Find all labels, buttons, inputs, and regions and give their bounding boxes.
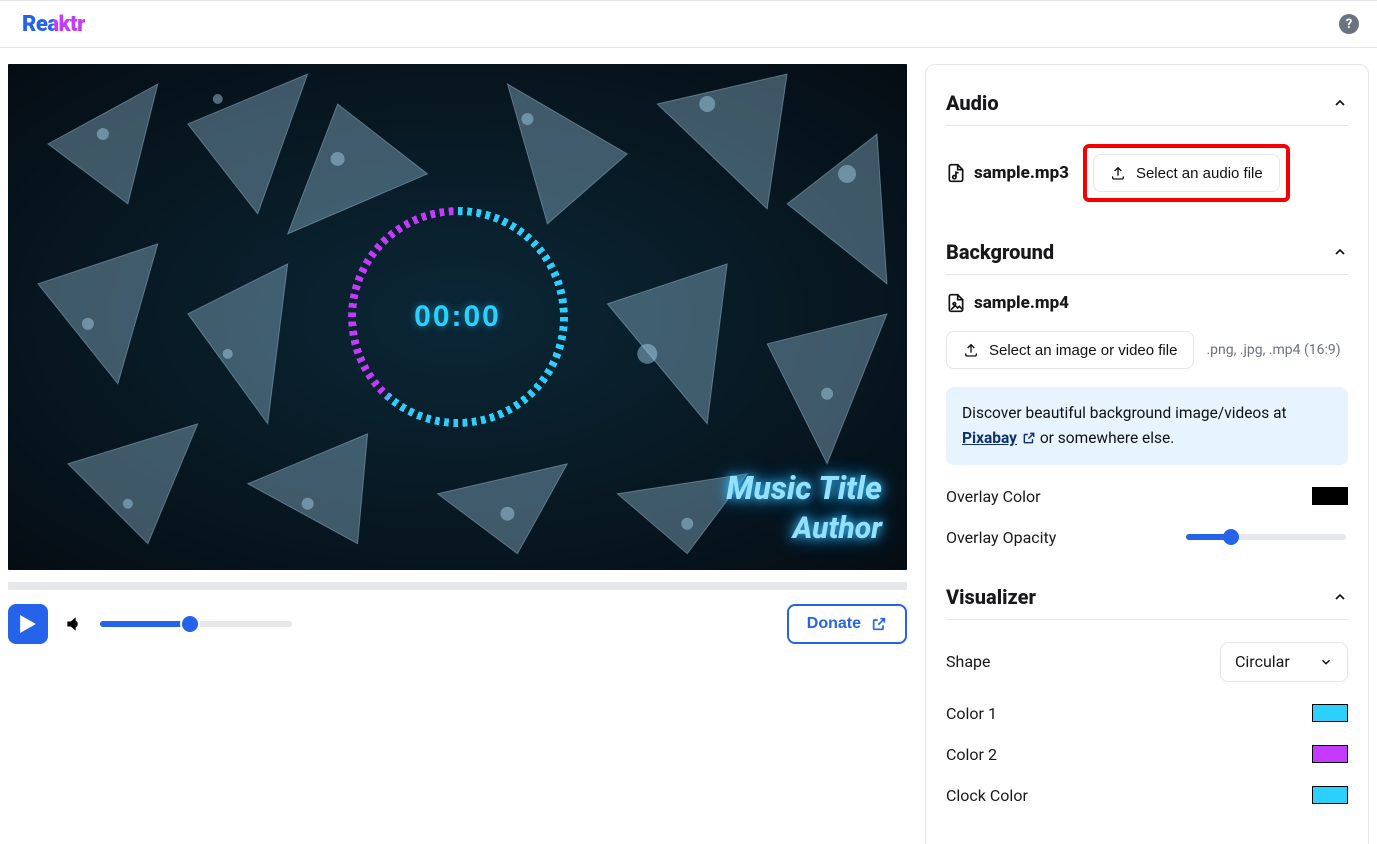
color1-label: Color 1 [946, 704, 997, 723]
preview-clock: 00:00 [414, 300, 501, 334]
image-file-icon [946, 293, 966, 313]
section-visualizer-header[interactable]: Visualizer [946, 571, 1348, 620]
section-background-header[interactable]: Background [946, 226, 1348, 275]
pixabay-link[interactable]: Pixabay [962, 426, 1036, 451]
select-audio-label: Select an audio file [1136, 165, 1263, 182]
preview-title-block: Music Title Author [726, 469, 882, 546]
section-audio-title: Audio [946, 91, 999, 115]
audio-file-chip: sample.mp3 [946, 163, 1069, 183]
preview-author: Author [726, 511, 882, 546]
background-filename: sample.mp4 [974, 293, 1069, 313]
section-text-header[interactable]: Text [946, 829, 1348, 844]
volume-slider[interactable] [100, 621, 292, 627]
upload-icon [1110, 165, 1126, 181]
info-suffix: or somewhere else. [1040, 429, 1174, 447]
chevron-up-icon [1332, 589, 1348, 605]
external-link-icon [871, 616, 887, 632]
chevron-down-icon [1319, 655, 1333, 669]
overlay-opacity-slider[interactable] [1186, 534, 1346, 540]
app-header: Reaktr ? [0, 0, 1377, 48]
donate-button[interactable]: Donate [787, 604, 907, 644]
background-hint: .png, .jpg, .mp4 (16:9) [1206, 342, 1340, 358]
chevron-up-icon [1332, 95, 1348, 111]
select-audio-highlight: Select an audio file [1083, 144, 1290, 202]
shape-value: Circular [1235, 652, 1290, 671]
section-background-title: Background [946, 240, 1054, 264]
overlay-color-label: Overlay Color [946, 487, 1041, 506]
color1-swatch[interactable] [1312, 704, 1348, 722]
shape-label: Shape [946, 652, 990, 671]
preview-title: Music Title [726, 469, 882, 507]
color2-label: Color 2 [946, 745, 997, 764]
color2-swatch[interactable] [1312, 745, 1348, 763]
section-audio-header[interactable]: Audio [946, 77, 1348, 126]
help-icon[interactable]: ? [1339, 14, 1359, 34]
info-prefix: Discover beautiful background image/vide… [962, 404, 1287, 422]
donate-label: Donate [807, 615, 861, 633]
preview-canvas: 00:00 Music Title Author [8, 64, 907, 570]
clock-color-label: Clock Color [946, 786, 1028, 805]
select-audio-button[interactable]: Select an audio file [1093, 154, 1280, 192]
clock-color-swatch[interactable] [1312, 786, 1348, 804]
select-background-label: Select an image or video file [989, 342, 1177, 359]
upload-icon [963, 342, 979, 358]
playback-progress[interactable] [8, 582, 907, 590]
music-file-icon [946, 163, 966, 183]
chevron-up-icon [1332, 244, 1348, 260]
audio-filename: sample.mp3 [974, 163, 1069, 183]
overlay-color-swatch[interactable] [1312, 487, 1348, 505]
select-background-button[interactable]: Select an image or video file [946, 331, 1194, 369]
play-icon [20, 615, 36, 633]
external-link-icon [1022, 431, 1036, 445]
background-info: Discover beautiful background image/vide… [946, 387, 1348, 465]
volume-icon[interactable] [64, 614, 84, 634]
background-file-chip: sample.mp4 [946, 293, 1069, 313]
shape-select[interactable]: Circular [1220, 642, 1348, 682]
app-logo: Reaktr [22, 12, 85, 37]
section-visualizer-title: Visualizer [946, 585, 1036, 609]
play-button[interactable] [8, 604, 48, 644]
overlay-opacity-label: Overlay Opacity [946, 528, 1056, 547]
